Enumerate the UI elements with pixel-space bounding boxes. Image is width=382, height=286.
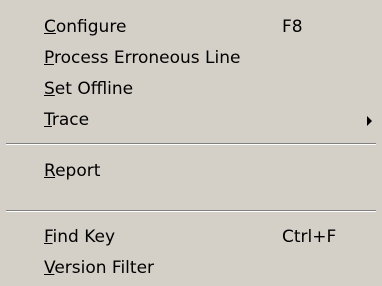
menu-item-version-filter[interactable]: Version Filter (0, 255, 382, 282)
label-text: et Offline (54, 79, 134, 99)
label-text: onfigure (55, 17, 127, 37)
menu-item-configure[interactable]: Configure F8 (0, 14, 382, 41)
menu-item-label: Set Offline (44, 79, 133, 99)
menu-separator (6, 210, 376, 212)
menu-item-find-key[interactable]: Find Key Ctrl+F (0, 224, 382, 251)
menu-item-trace[interactable]: Trace (0, 107, 382, 134)
menu-item-label: Report (44, 161, 100, 181)
menu-item-label: Configure (44, 17, 126, 37)
mnemonic-letter: P (44, 48, 54, 68)
mnemonic-letter: F (44, 227, 53, 247)
menu-item-label: Find Key (44, 227, 115, 247)
label-text: ersion Filter (54, 258, 155, 278)
mnemonic-letter: T (44, 110, 52, 130)
menu-item-label: Version Filter (44, 258, 154, 278)
menu-item-set-offline[interactable]: Set Offline (0, 76, 382, 103)
mnemonic-letter: S (44, 79, 55, 99)
submenu-arrow-icon (367, 116, 372, 126)
menu-separator (6, 143, 376, 145)
menu-item-report[interactable]: Report (0, 158, 382, 185)
label-text: race (51, 110, 90, 130)
menu-item-label: Trace (44, 110, 89, 130)
label-text: ind Key (52, 227, 116, 247)
context-menu: Configure F8 Process Erroneous Line Set … (0, 0, 382, 286)
menu-item-process-erroneous-line[interactable]: Process Erroneous Line (0, 45, 382, 72)
shortcut-label: Ctrl+F (282, 227, 337, 247)
label-text: eport (55, 161, 101, 181)
mnemonic-letter: V (44, 258, 55, 278)
shortcut-label: F8 (282, 17, 303, 37)
menu-item-label: Process Erroneous Line (44, 48, 240, 68)
label-text: rocess Erroneous Line (53, 48, 241, 68)
mnemonic-letter: R (44, 161, 56, 181)
mnemonic-letter: C (44, 17, 56, 37)
